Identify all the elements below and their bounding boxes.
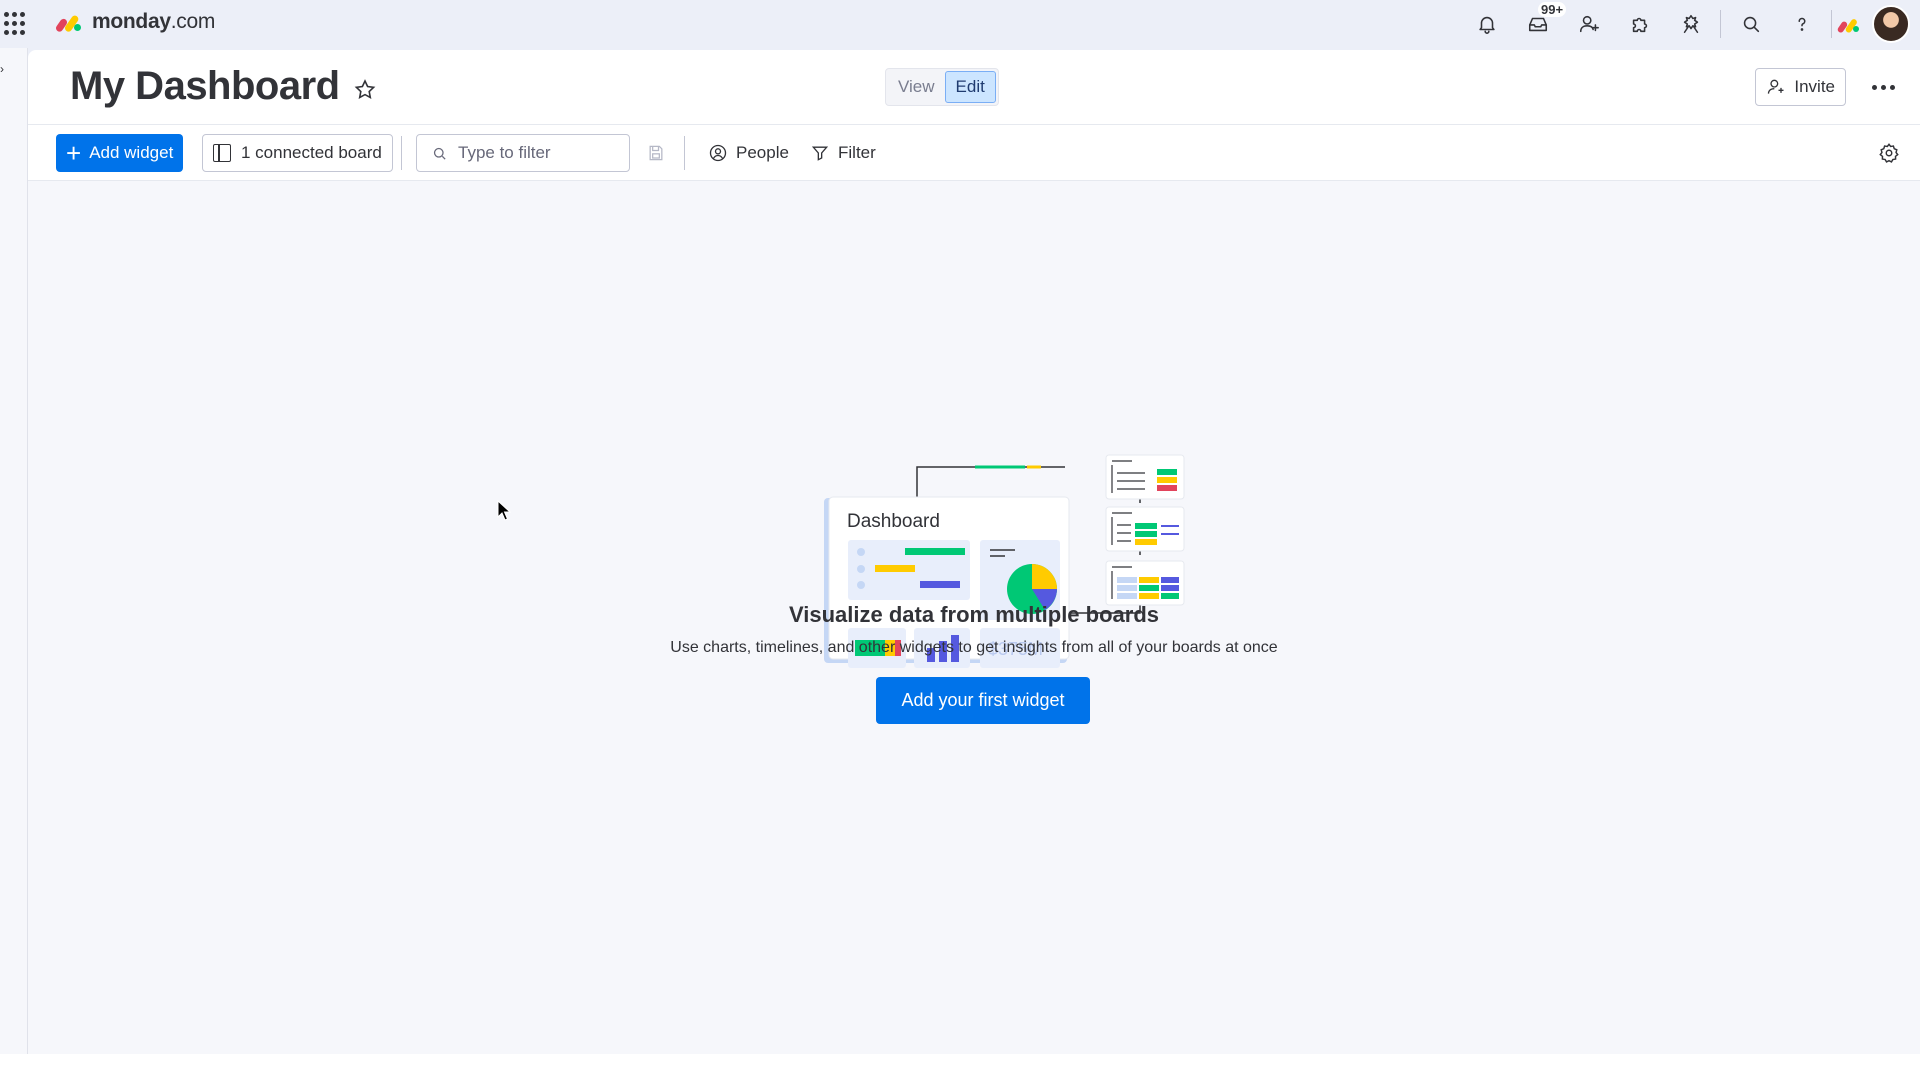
header-divider [28,124,1920,125]
view-edit-toggle: View Edit [885,68,999,106]
inbox-badge: 99+ [1538,2,1567,17]
top-icons: 99+ [1461,0,1920,48]
top-separator [1831,10,1832,38]
filter-funnel-icon [811,146,829,161]
filter-search-box [416,134,630,172]
chevron-right-icon[interactable]: › [0,62,4,76]
save-view-icon[interactable] [646,143,666,163]
add-widget-label: Add widget [89,143,174,162]
monday-account-logo[interactable] [1836,14,1862,34]
brand-name: monday.com [92,10,216,33]
dashboard-toolbar: + Add widget 1 connected board People Fi… [28,134,1920,180]
top-separator [1720,10,1721,38]
illustration-card-title: Dashboard [847,511,940,532]
collapsed-sidebar: › [0,48,28,1054]
search-icon [433,147,446,160]
connected-boards-button[interactable]: 1 connected board [202,134,393,172]
person-circle-icon [709,144,727,162]
invite-user-icon [1768,79,1784,94]
people-label: People [736,143,789,162]
empty-state-subtitle: Use charts, timelines, and other widgets… [670,639,1278,656]
inbox-icon[interactable]: 99+ [1512,0,1567,48]
connected-boards-label: 1 connected board [241,143,382,162]
board-icon [213,144,231,162]
dashboard-illustration: Dashboard $375M [824,454,1185,668]
invite-label: Invite [1794,77,1835,96]
bell-icon[interactable] [1461,0,1512,48]
page-title[interactable]: My Dashboard [70,64,340,109]
filter-button[interactable]: Filter [804,134,882,172]
plus-icon: + [66,138,82,168]
empty-state-title: Visualize data from multiple boards [788,602,1159,627]
help-icon[interactable] [1776,0,1827,48]
filter-label: Filter [838,143,876,162]
toolbar-separator [684,136,685,170]
monday-logo-mark [54,11,84,34]
top-bar: monday.com 99+ [0,0,1920,48]
settings-gear-icon[interactable] [1878,142,1900,164]
filter-input[interactable] [458,143,608,163]
search-icon[interactable] [1725,0,1776,48]
widgets-canvas: Dashboard $375M Visualize data from mult… [28,181,1920,1054]
bottom-strip [0,1054,1920,1080]
toolbar-separator [401,136,402,170]
people-filter-button[interactable]: People [702,134,795,172]
app-switcher-icon[interactable] [4,12,28,36]
edit-mode-button[interactable]: Edit [944,71,996,103]
add-first-widget-button[interactable]: Add your first widget [876,677,1090,724]
more-options-icon[interactable] [1872,76,1900,98]
dashboard-surface: My Dashboard View Edit Invite + Add widg… [28,50,1920,1054]
invite-button[interactable]: Invite [1755,68,1846,106]
monday-logo[interactable]: monday.com [54,10,215,34]
invite-members-icon[interactable] [1563,0,1614,48]
mouse-cursor-icon [497,500,511,521]
apps-marketplace-icon[interactable] [1614,0,1665,48]
dashboard-header: My Dashboard View Edit Invite [28,50,1920,124]
view-mode-button[interactable]: View [888,71,945,103]
ai-assistant-icon[interactable] [1665,0,1716,48]
add-widget-button[interactable]: + Add widget [56,134,184,172]
user-avatar[interactable] [1872,5,1910,43]
favorite-star-icon[interactable] [353,78,377,102]
